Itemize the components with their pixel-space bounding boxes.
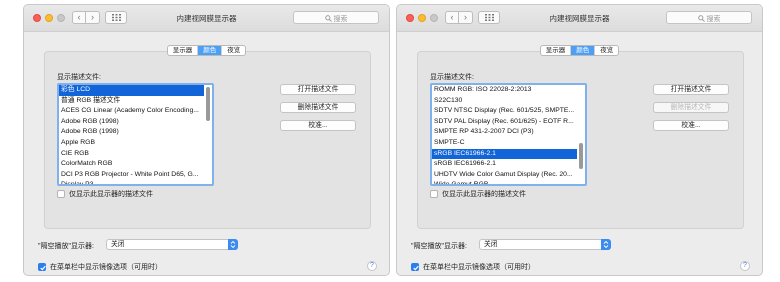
profile-list-item[interactable]: sRGB IEC61966-2.1 xyxy=(432,159,577,170)
show-only-this-display-label: 仅显示此显示器的描述文件 xyxy=(442,191,526,198)
airplay-display-popup[interactable]: 关闭 xyxy=(479,239,611,250)
profile-list-item[interactable]: Wide Gamut RGB xyxy=(432,180,577,184)
popup-arrows-icon xyxy=(228,239,238,250)
tab-night-shift[interactable]: 夜览 xyxy=(595,46,618,55)
airplay-display-value: 关闭 xyxy=(111,241,125,248)
checkmark-icon xyxy=(40,265,46,271)
display-profile-label: 显示描述文件: xyxy=(57,74,101,81)
show-only-this-display-checkbox[interactable] xyxy=(57,190,65,198)
show-only-this-display-row: 仅显示此显示器的描述文件 xyxy=(430,189,526,199)
search-field[interactable]: 搜索 xyxy=(666,11,752,24)
help-button[interactable]: ? xyxy=(740,261,750,271)
search-icon xyxy=(324,15,332,22)
profile-list-item[interactable]: Display P3 xyxy=(59,180,204,184)
mirroring-options-row: 在菜单栏中显示镜像选项（可用时） xyxy=(411,262,535,272)
display-profile-label: 显示描述文件: xyxy=(430,74,474,81)
open-profile-button[interactable]: 打开描述文件 xyxy=(280,84,356,95)
tab-display[interactable]: 显示器 xyxy=(541,46,572,55)
calibrate-button[interactable]: 校准... xyxy=(653,120,729,131)
airplay-display-label: "隔空播放"显示器: xyxy=(411,243,467,250)
tab-color[interactable]: 颜色 xyxy=(571,46,596,55)
profile-list-item[interactable]: Adobe RGB (1998) xyxy=(59,127,204,138)
delete-profile-button[interactable]: 删除描述文件 xyxy=(280,102,356,113)
preferences-window: ‹ › 内建视网膜显示器 搜索 xyxy=(23,4,390,276)
airplay-display-popup[interactable]: 关闭 xyxy=(106,239,238,250)
profile-list-item[interactable]: Apple RGB xyxy=(59,138,204,149)
color-panel: 显示描述文件: ROMM RGB: ISO 22028-2:2013 S22C13… xyxy=(417,51,744,229)
mirroring-options-label: 在菜单栏中显示镜像选项（可用时） xyxy=(423,264,535,271)
profile-list-item[interactable]: CIE RGB xyxy=(59,149,204,160)
profile-list-item[interactable]: SMPTE-C xyxy=(432,138,577,149)
tab-color[interactable]: 颜色 xyxy=(198,46,223,55)
show-only-this-display-row: 仅显示此显示器的描述文件 xyxy=(57,189,153,199)
profile-list-item[interactable]: SDTV PAL Display (Rec. 601/625) - EOTF R… xyxy=(432,117,577,128)
popup-arrows-icon xyxy=(601,239,611,250)
profile-list-item[interactable]: S22C130 xyxy=(432,96,577,107)
search-placeholder: 搜索 xyxy=(706,16,721,23)
calibrate-button[interactable]: 校准... xyxy=(280,120,356,131)
display-profile-list[interactable]: ROMM RGB: ISO 22028-2:2013 S22C130 SDTV NT… xyxy=(430,83,587,186)
search-placeholder: 搜索 xyxy=(333,16,348,23)
tab-night-shift[interactable]: 夜览 xyxy=(222,46,245,55)
tab-bar: 显示器 颜色 夜览 xyxy=(24,45,389,56)
profile-list-item[interactable]: SDTV NTSC Display (Rec. 601/525, SMPTE..… xyxy=(432,106,577,117)
mirroring-options-row: 在菜单栏中显示镜像选项（可用时） xyxy=(38,262,162,272)
airplay-display-value: 关闭 xyxy=(484,241,498,248)
profile-list-item[interactable]: UHDTV Wide Color Gamut Display (Rec. 20.… xyxy=(432,170,577,181)
display-profile-list[interactable]: 彩色 LCD 普通 RGB 描述文件 ACES CG Linear (Academy… xyxy=(57,83,214,186)
color-panel: 显示描述文件: 彩色 LCD 普通 RGB 描述文件 ACES CG Linear … xyxy=(44,51,371,229)
open-profile-button[interactable]: 打开描述文件 xyxy=(653,84,729,95)
preferences-window: ‹ › 内建视网膜显示器 搜索 xyxy=(396,4,763,276)
mirroring-options-checkbox[interactable] xyxy=(411,263,419,271)
show-only-this-display-label: 仅显示此显示器的描述文件 xyxy=(69,191,153,198)
profile-list-item[interactable]: DCI P3 RGB Projector - White Point D65, … xyxy=(59,170,204,181)
title-bar: ‹ › 内建视网膜显示器 搜索 xyxy=(24,5,389,32)
checkmark-icon xyxy=(413,265,419,271)
delete-profile-button[interactable]: 删除描述文件 xyxy=(653,102,729,113)
profile-list-item[interactable]: ACES CG Linear (Academy Color Encoding..… xyxy=(59,106,204,117)
help-button[interactable]: ? xyxy=(367,261,377,271)
profile-list-item[interactable]: ROMM RGB: ISO 22028-2:2013 xyxy=(432,85,577,96)
airplay-display-label: "隔空播放"显示器: xyxy=(38,243,94,250)
mirroring-options-label: 在菜单栏中显示镜像选项（可用时） xyxy=(50,264,162,271)
show-only-this-display-checkbox[interactable] xyxy=(430,190,438,198)
tab-display[interactable]: 显示器 xyxy=(168,46,199,55)
title-bar: ‹ › 内建视网膜显示器 搜索 xyxy=(397,5,762,32)
profile-list-item[interactable]: sRGB IEC61966-2.1 xyxy=(432,148,577,160)
search-icon xyxy=(697,15,705,22)
mirroring-options-checkbox[interactable] xyxy=(38,263,46,271)
profile-list-item[interactable]: SMPTE RP 431-2-2007 DCI (P3) xyxy=(432,127,577,138)
profile-list-item[interactable]: Adobe RGB (1998) xyxy=(59,117,204,128)
search-field[interactable]: 搜索 xyxy=(293,11,379,24)
tab-bar: 显示器 颜色 夜览 xyxy=(397,45,762,56)
profile-list-item[interactable]: 彩色 LCD xyxy=(59,85,204,96)
list-scrollbar[interactable] xyxy=(579,143,583,169)
list-scrollbar[interactable] xyxy=(206,87,210,121)
profile-list-item[interactable]: 普通 RGB 描述文件 xyxy=(59,96,204,107)
profile-list-item[interactable]: ColorMatch RGB xyxy=(59,159,204,170)
